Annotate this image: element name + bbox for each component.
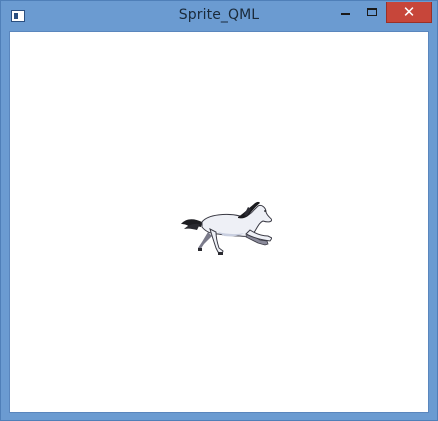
maximize-button[interactable] xyxy=(359,2,385,23)
minimize-icon xyxy=(341,13,350,15)
qml-canvas xyxy=(9,31,429,413)
title-bar[interactable]: Sprite_QML ✕ xyxy=(1,1,437,31)
close-icon: ✕ xyxy=(402,2,416,21)
minimize-button[interactable] xyxy=(332,2,358,23)
maximize-icon xyxy=(367,8,377,16)
close-button[interactable]: ✕ xyxy=(386,2,432,23)
running-horse-sprite xyxy=(181,201,272,255)
app-window: Sprite_QML ✕ xyxy=(0,0,438,421)
